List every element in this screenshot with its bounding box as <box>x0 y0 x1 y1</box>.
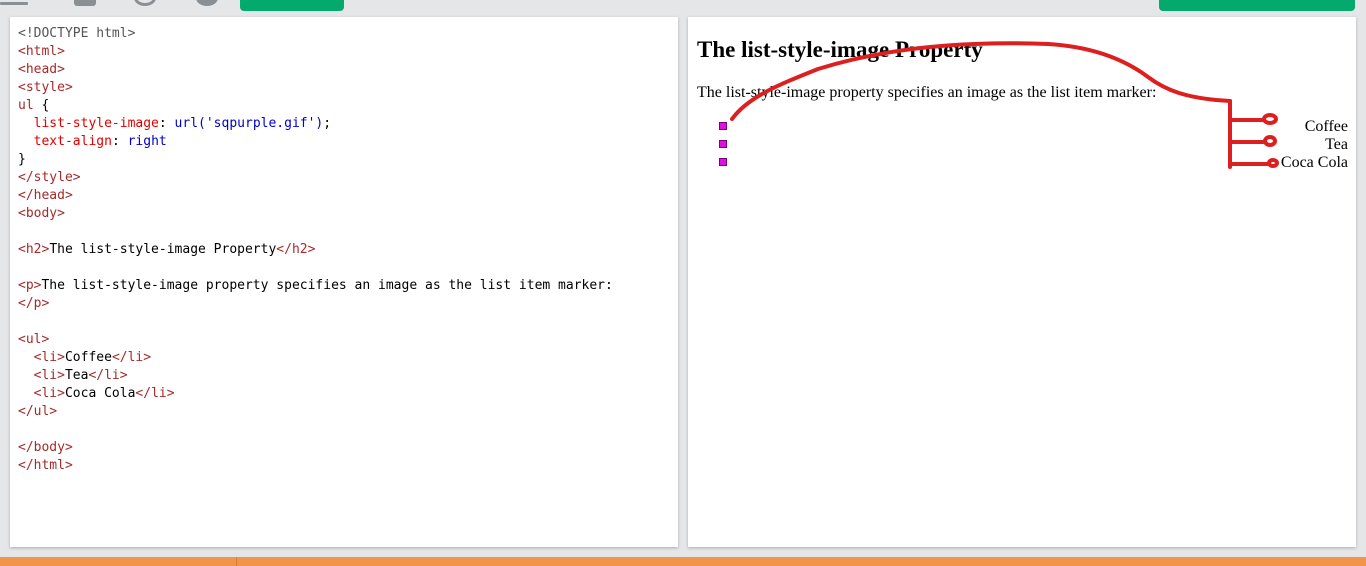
code-token: : <box>111 134 128 149</box>
code-line[interactable] <box>18 421 613 439</box>
code-token: Coffee <box>64 350 112 365</box>
code-line[interactable]: <h2>The list-style-image Property</h2> <box>18 241 613 259</box>
bottom-bar <box>0 557 1366 566</box>
code-line[interactable]: } <box>18 151 613 169</box>
code-token: The list-style-image property specifies … <box>41 278 613 293</box>
code-token: url('sqpurple.gif') <box>174 116 324 131</box>
code-token: <li> <box>33 350 65 365</box>
list-item: Tea <box>716 136 1348 154</box>
code-token: { <box>33 98 50 113</box>
code-token: } <box>18 152 26 167</box>
result-paragraph: The list-style-image property specifies … <box>697 84 1157 101</box>
code-line[interactable]: <!DOCTYPE html> <box>18 25 613 43</box>
get-website-button[interactable] <box>1159 0 1355 11</box>
code-token: </style> <box>18 170 81 185</box>
code-token: right <box>127 134 167 149</box>
code-editor-panel[interactable]: <!DOCTYPE html> <html> <head> <style> ul { l… <box>10 17 678 547</box>
code-line[interactable]: </ul> <box>18 403 613 421</box>
code-line[interactable]: </head> <box>18 187 613 205</box>
list-item: Coca Cola <box>716 154 1348 172</box>
code-token: </li> <box>111 350 152 365</box>
code-token: ul <box>18 98 34 113</box>
code-line[interactable]: <li>Coffee</li> <box>18 349 613 367</box>
code-line[interactable] <box>18 313 613 331</box>
list-item: Coffee <box>716 118 1348 136</box>
code-token: <style> <box>18 80 73 95</box>
square-marker-icon <box>719 140 727 148</box>
code-editor[interactable]: <!DOCTYPE html> <html> <head> <style> ul { l… <box>18 25 613 475</box>
bottom-bar-divider <box>236 557 237 566</box>
code-line[interactable]: <p>The list-style-image property specifi… <box>18 277 613 295</box>
code-token: </h2> <box>276 242 316 257</box>
code-line[interactable]: </style> <box>18 169 613 187</box>
code-line[interactable]: <body> <box>18 205 613 223</box>
code-line[interactable]: <head> <box>18 61 613 79</box>
code-token: </body> <box>18 440 73 455</box>
code-token: <html> <box>18 44 65 59</box>
result-list: Coffee Tea Coca Cola <box>716 118 1348 172</box>
code-line[interactable]: <li>Tea</li> <box>18 367 613 385</box>
code-line[interactable]: text-align: right <box>18 133 613 151</box>
list-item-label: Tea <box>1325 136 1348 153</box>
code-token: </li> <box>135 386 175 401</box>
code-token: <h2> <box>18 242 50 257</box>
code-line[interactable] <box>18 223 613 241</box>
code-token: text-align <box>33 134 112 149</box>
code-token: </li> <box>88 368 128 383</box>
square-marker-icon <box>719 158 727 166</box>
menu-icon[interactable] <box>0 0 28 6</box>
square-icon[interactable] <box>74 0 96 6</box>
theme-icon[interactable] <box>196 0 218 6</box>
code-line[interactable]: <li>Coca Cola</li> <box>18 385 613 403</box>
code-token: ; <box>323 116 332 131</box>
code-line[interactable]: </p> <box>18 295 613 313</box>
square-marker-icon <box>719 122 727 130</box>
top-toolbar <box>0 0 1366 12</box>
code-line[interactable]: <html> <box>18 43 613 61</box>
code-line[interactable] <box>18 259 613 277</box>
code-token: Tea <box>64 368 89 383</box>
code-token: : <box>158 116 175 131</box>
code-line[interactable]: ul { <box>18 97 613 115</box>
code-line[interactable]: <ul> <box>18 331 613 349</box>
code-token: </p> <box>18 296 50 311</box>
code-line[interactable]: <style> <box>18 79 613 97</box>
result-heading: The list-style-image Property <box>697 37 983 62</box>
list-item-label: Coffee <box>1304 118 1348 135</box>
code-token: </head> <box>18 188 73 203</box>
orientation-icon[interactable] <box>134 0 156 6</box>
code-token: list-style-image <box>33 116 159 131</box>
code-token: Coca Cola <box>64 386 136 401</box>
code-token: </ul> <box>18 404 58 419</box>
code-token: <p> <box>18 278 42 293</box>
run-button[interactable] <box>240 0 344 11</box>
code-token: <body> <box>18 206 65 221</box>
code-token: <!DOCTYPE html> <box>18 26 136 41</box>
list-item-label: Coca Cola <box>1280 154 1348 171</box>
code-token: <ul> <box>18 332 50 347</box>
code-token: <li> <box>33 386 65 401</box>
code-token: <li> <box>33 368 65 383</box>
code-line[interactable]: </body> <box>18 439 613 457</box>
code-token: <head> <box>18 62 65 77</box>
code-line[interactable]: </html> <box>18 457 613 475</box>
result-panel: The list-style-image Property The list-s… <box>688 17 1356 547</box>
code-token: </html> <box>18 458 73 473</box>
code-token: The list-style-image Property <box>49 242 277 257</box>
code-line[interactable]: list-style-image: url('sqpurple.gif'); <box>18 115 613 133</box>
